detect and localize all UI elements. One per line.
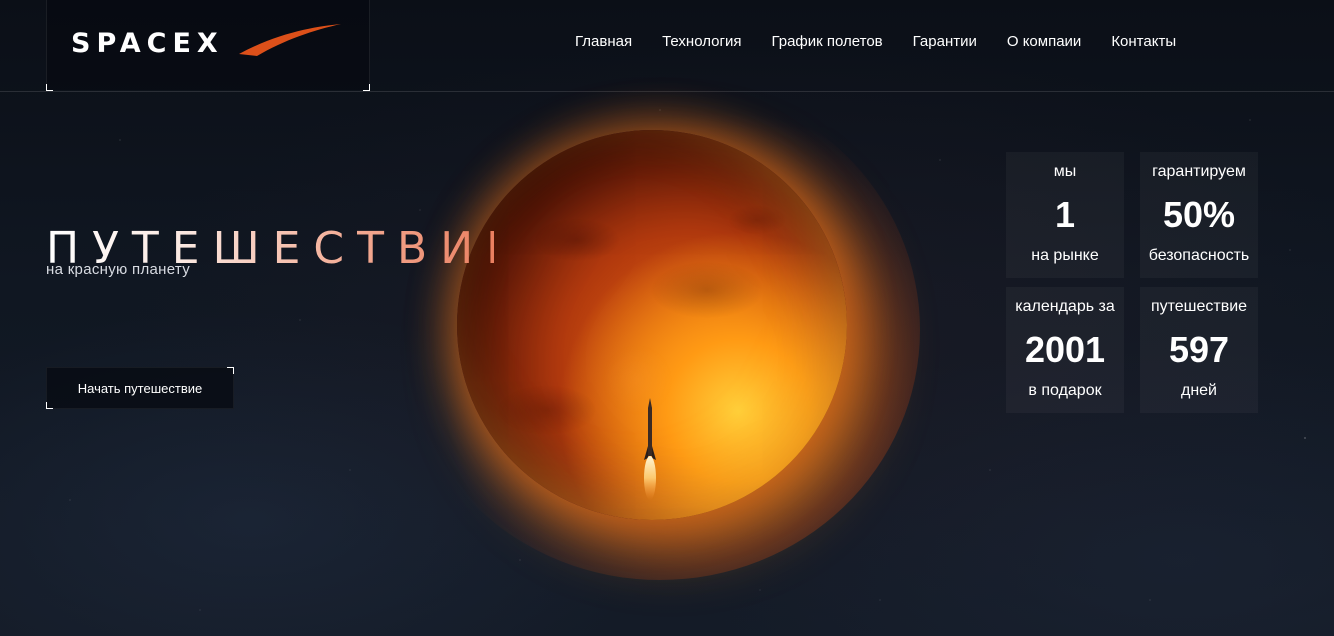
stat-value: 50% xyxy=(1162,194,1236,235)
hero-subtitle: на красную планету xyxy=(46,261,191,278)
frame-corner xyxy=(46,84,53,91)
stat-caption-top: календарь за xyxy=(1015,298,1115,315)
stat-value: 1 xyxy=(1054,194,1076,235)
rocket-image xyxy=(644,398,656,500)
stat-caption-bottom: в подарок xyxy=(1028,382,1102,399)
stat-caption-bottom: безопасность xyxy=(1148,247,1250,264)
nav-item-contacts[interactable]: Контакты xyxy=(1111,33,1176,51)
stat-card: гарантируем 50% безопасность xyxy=(1140,152,1258,278)
stat-card: путешествие 597 дней xyxy=(1140,287,1258,413)
start-journey-button[interactable]: Начать путешествие xyxy=(46,367,234,409)
logo: SPACEX xyxy=(71,28,224,59)
frame-corner xyxy=(363,84,370,91)
main-nav: Главная Технология График полетов Гарант… xyxy=(575,33,1206,51)
nav-item-about[interactable]: О компаии xyxy=(1007,33,1081,51)
stat-card: мы 1 на рынке xyxy=(1006,152,1124,278)
site-header: SPACEX Главная Технология График полетов… xyxy=(0,0,1334,92)
stat-caption-top: гарантируем xyxy=(1152,163,1246,180)
stat-value: 597 xyxy=(1168,329,1230,370)
nav-item-technology[interactable]: Технология xyxy=(662,33,741,51)
stat-caption-bottom: на рынке xyxy=(1031,247,1099,264)
nav-item-guarantees[interactable]: Гарантии xyxy=(913,33,977,51)
frame-corner xyxy=(227,367,234,374)
start-journey-label: Начать путешествие xyxy=(77,380,203,396)
stat-caption-top: мы xyxy=(1053,163,1077,180)
stat-value: 2001 xyxy=(1024,329,1106,370)
stat-caption-bottom: дней xyxy=(1180,382,1217,399)
stats-grid: мы 1 на рынке гарантируем 50% безопаснос… xyxy=(1006,152,1258,413)
frame-corner xyxy=(46,402,53,409)
nav-item-home[interactable]: Главная xyxy=(575,33,632,51)
stat-caption-top: путешествие xyxy=(1150,298,1248,315)
nav-item-schedule[interactable]: График полетов xyxy=(771,33,882,51)
stat-card: календарь за 2001 в подарок xyxy=(1006,287,1124,413)
logo-container[interactable]: SPACEX xyxy=(46,0,370,91)
